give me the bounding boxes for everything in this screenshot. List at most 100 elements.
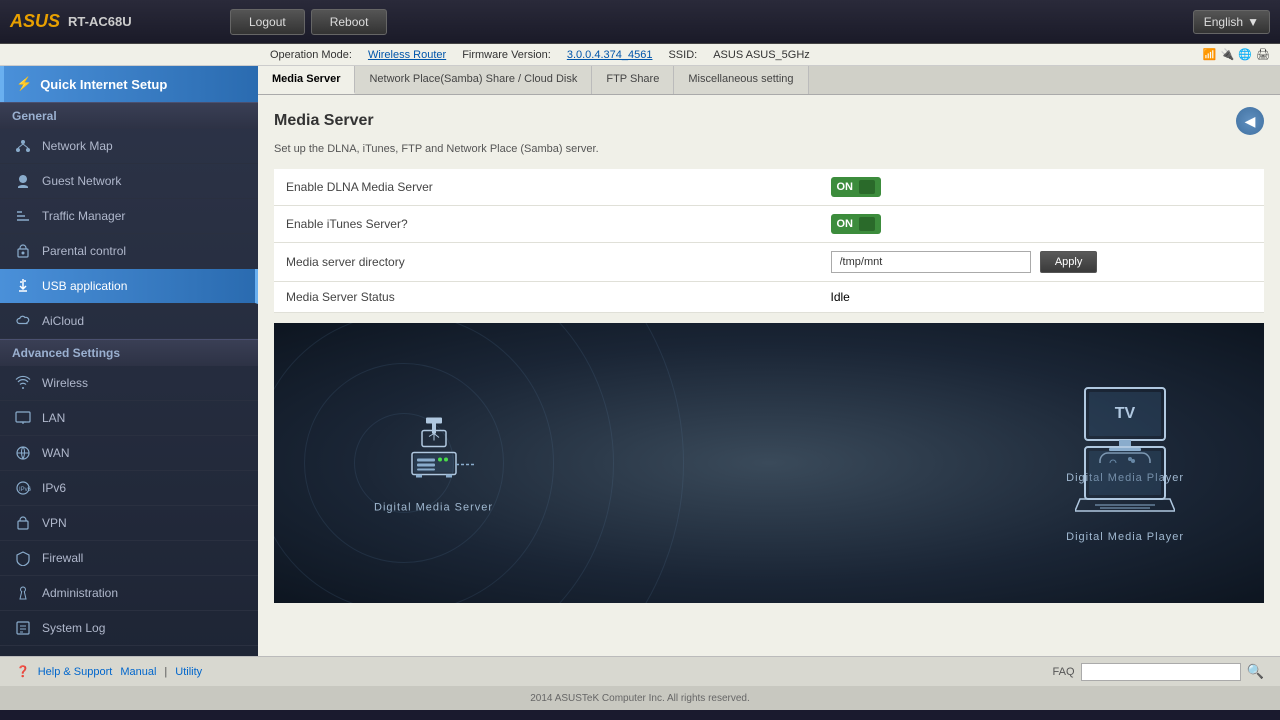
parental-control-icon [14, 242, 32, 260]
sidebar-item-firewall[interactable]: Firewall [0, 541, 258, 576]
tab-network-place[interactable]: Network Place(Samba) Share / Cloud Disk [355, 66, 592, 94]
media-dir-input[interactable] [831, 251, 1031, 273]
media-illustration: Digital Media Server TV [274, 323, 1264, 603]
sidebar-label: WAN [42, 446, 70, 460]
page-title: Media Server [274, 112, 374, 130]
advanced-section-header: Advanced Settings [0, 339, 258, 366]
network-tools-icon [14, 654, 32, 656]
svg-text:TV: TV [1115, 405, 1136, 422]
faq-label: FAQ [1053, 666, 1075, 678]
quick-setup-item[interactable]: ⚡ Quick Internet Setup [0, 66, 258, 102]
network-map-icon [14, 137, 32, 155]
firewall-icon [14, 549, 32, 567]
guest-network-icon [14, 172, 32, 190]
ipv6-icon: IPv6 [14, 479, 32, 497]
sidebar-item-traffic-manager[interactable]: Traffic Manager [0, 199, 258, 234]
sidebar-label: Network Map [42, 139, 113, 153]
sidebar-label: AiCloud [42, 314, 84, 328]
media-player-laptop: Digital Media Player [1066, 442, 1184, 543]
network-icon: 🌐 [1238, 48, 1252, 61]
sidebar-label: System Log [42, 621, 105, 635]
sidebar-item-lan[interactable]: LAN [0, 401, 258, 436]
sidebar-item-ipv6[interactable]: IPv6 IPv6 [0, 471, 258, 506]
page-description: Set up the DLNA, iTunes, FTP and Network… [274, 143, 1264, 155]
usb-application-icon [14, 277, 32, 295]
help-support-link[interactable]: Help & Support [38, 666, 113, 678]
sidebar-label: Parental control [42, 244, 126, 258]
vpn-icon [14, 514, 32, 532]
setting-value: Apply [819, 243, 1265, 282]
footer-right: FAQ 🔍 [1053, 663, 1264, 681]
itunes-toggle[interactable]: ON [831, 214, 882, 234]
ssid-label: SSID: [668, 49, 697, 61]
operation-mode-label: Operation Mode: [270, 49, 352, 61]
tab-media-server[interactable]: Media Server [258, 66, 355, 94]
logo-area: ASUS RT-AC68U [10, 11, 210, 32]
wireless-icon [14, 374, 32, 392]
sidebar-item-aicloud[interactable]: AiCloud [0, 304, 258, 339]
sidebar-label: IPv6 [42, 481, 66, 495]
content-area: Media Server Network Place(Samba) Share … [258, 66, 1280, 656]
search-icon[interactable]: 🔍 [1247, 663, 1264, 680]
firmware-value: 3.0.0.4.374_4561 [567, 49, 653, 61]
traffic-manager-icon [14, 207, 32, 225]
asus-logo: ASUS [10, 11, 60, 32]
sidebar-item-system-log[interactable]: System Log [0, 611, 258, 646]
setting-label: Media Server Status [274, 282, 819, 313]
status-icons: 📶 🔌 🌐 🖨 [1203, 48, 1270, 61]
tab-miscellaneous[interactable]: Miscellaneous setting [674, 66, 808, 94]
quick-setup-label: Quick Internet Setup [40, 77, 167, 92]
model-name: RT-AC68U [68, 14, 132, 29]
aicloud-icon [14, 312, 32, 330]
separator: | [164, 666, 167, 678]
language-selector[interactable]: English ▼ [1193, 10, 1270, 34]
quick-setup-icon: ⚡ [16, 76, 32, 92]
footer-search-input[interactable] [1081, 663, 1241, 681]
sidebar-item-network-map[interactable]: Network Map [0, 129, 258, 164]
back-button[interactable]: ◀ [1236, 107, 1264, 135]
table-row: Media Server Status Idle [274, 282, 1264, 313]
sidebar-label: USB application [42, 279, 127, 293]
setting-value: ON [819, 169, 1265, 206]
sidebar-item-wan[interactable]: WAN [0, 436, 258, 471]
sidebar-label: Administration [42, 586, 118, 600]
sidebar-item-administration[interactable]: Administration [0, 576, 258, 611]
lan-icon [14, 409, 32, 427]
svg-text:IPv6: IPv6 [19, 487, 31, 493]
apply-button[interactable]: Apply [1040, 251, 1098, 273]
dlna-toggle[interactable]: ON [831, 177, 882, 197]
sidebar-label: Traffic Manager [42, 209, 125, 223]
table-row: Enable DLNA Media Server ON [274, 169, 1264, 206]
help-icon: ❓ [16, 665, 30, 678]
ssid-values: ASUS ASUS_5GHz [713, 49, 810, 61]
logout-button[interactable]: Logout [230, 9, 305, 35]
manual-link[interactable]: Manual [120, 666, 156, 678]
sidebar: ⚡ Quick Internet Setup General Network M… [0, 66, 258, 656]
system-log-icon [14, 619, 32, 637]
top-buttons: Logout Reboot [230, 9, 387, 35]
sidebar-item-parental-control[interactable]: Parental control [0, 234, 258, 269]
copyright-text: 2014 ASUSTeK Computer Inc. All rights re… [530, 693, 750, 704]
reboot-button[interactable]: Reboot [311, 9, 388, 35]
sidebar-label: VPN [42, 516, 67, 530]
printer-icon: 🖨 [1256, 48, 1270, 61]
setting-label: Enable DLNA Media Server [274, 169, 819, 206]
page-content: Media Server ◀ Set up the DLNA, iTunes, … [258, 95, 1280, 656]
sidebar-item-network-tools[interactable]: Network Tools [0, 646, 258, 656]
utility-link[interactable]: Utility [175, 666, 202, 678]
sidebar-item-usb-application[interactable]: USB application [0, 269, 258, 304]
general-section-header: General [0, 102, 258, 129]
sidebar-item-guest-network[interactable]: Guest Network [0, 164, 258, 199]
footer: ❓ Help & Support Manual | Utility FAQ 🔍 [0, 656, 1280, 686]
top-bar: ASUS RT-AC68U Logout Reboot English ▼ [0, 0, 1280, 44]
main-layout: ⚡ Quick Internet Setup General Network M… [0, 66, 1280, 656]
media-server-device: Digital Media Server [374, 413, 493, 514]
sidebar-label: Guest Network [42, 174, 121, 188]
table-row: Media server directory Apply [274, 243, 1264, 282]
wan-icon [14, 444, 32, 462]
setting-value: ON [819, 206, 1265, 243]
tab-ftp-share[interactable]: FTP Share [592, 66, 674, 94]
sidebar-item-wireless[interactable]: Wireless [0, 366, 258, 401]
sidebar-item-vpn[interactable]: VPN [0, 506, 258, 541]
server-label: Digital Media Server [374, 502, 493, 514]
